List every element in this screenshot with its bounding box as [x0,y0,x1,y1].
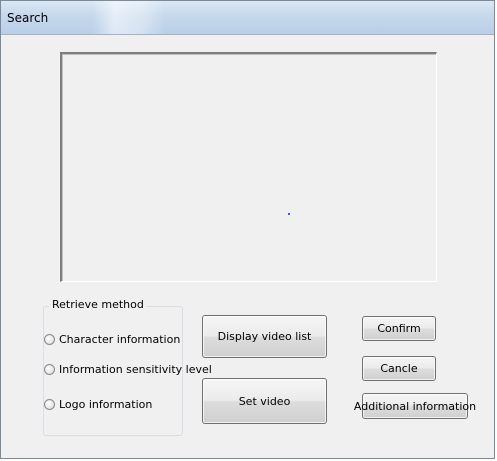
additional-information-button[interactable]: Additional information [354,393,476,419]
radio-information-sensitivity-level[interactable]: Information sensitivity level [44,361,212,377]
radio-logo-information[interactable]: Logo information [44,396,152,412]
window-title: Search [7,11,49,25]
set-video-button[interactable]: Set video [202,378,327,424]
dialog-client-area: Retrieve method Character information In… [6,35,490,454]
title-bar-glass-highlight [93,1,165,34]
preview-dot [288,213,290,215]
radio-button-icon[interactable] [44,363,55,375]
radio-label: Character information [59,332,181,346]
radio-label: Information sensitivity level [59,362,212,376]
radio-character-information[interactable]: Character information [44,331,180,347]
search-dialog: Search Retrieve method Character informa… [0,0,495,459]
radio-button-icon[interactable] [44,398,55,410]
radio-button-icon[interactable] [44,333,55,345]
video-preview-area [60,52,437,282]
display-video-list-button[interactable]: Display video list [202,315,327,358]
retrieve-method-legend: Retrieve method [49,298,147,311]
confirm-button[interactable]: Confirm [362,316,436,341]
title-bar[interactable]: Search [1,1,494,35]
cancel-button[interactable]: Cancle [362,356,436,381]
radio-label: Logo information [59,397,153,411]
